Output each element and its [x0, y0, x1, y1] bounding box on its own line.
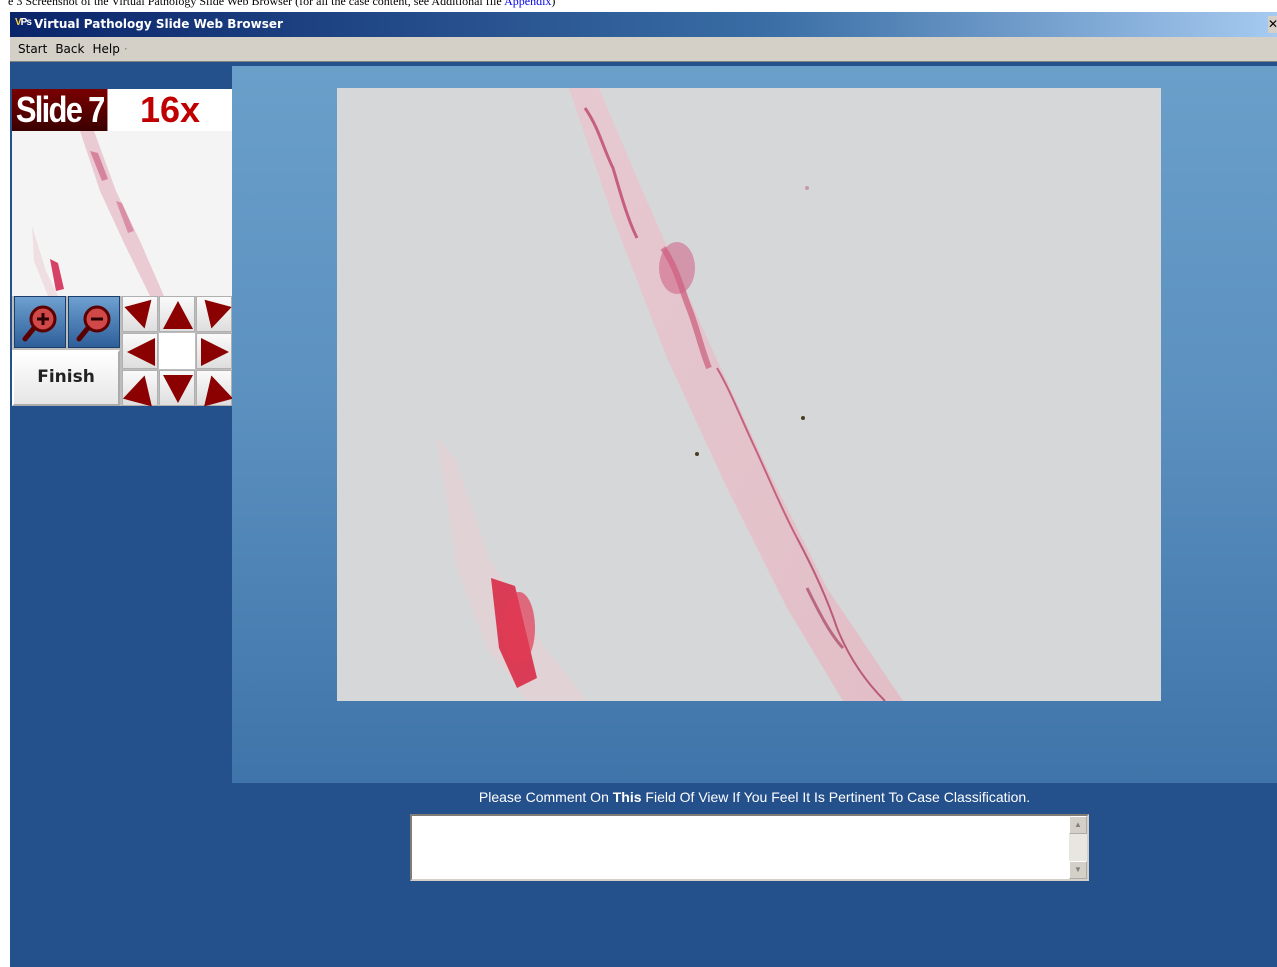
menu-bar: Start Back Help · — [10, 37, 1277, 62]
scroll-down-icon: ▼ — [1074, 865, 1082, 874]
title-bar: VPs Virtual Pathology Slide Web Browser … — [10, 12, 1277, 37]
slide-image[interactable] — [337, 88, 1161, 701]
app-icon: VPs — [15, 17, 32, 28]
arrow-down-icon — [163, 375, 193, 403]
pan-center[interactable] — [159, 333, 195, 369]
scroll-down-button[interactable]: ▼ — [1069, 861, 1087, 879]
comment-textarea[interactable] — [412, 816, 1069, 879]
pan-down-right-button[interactable] — [196, 370, 233, 407]
arrow-up-icon — [163, 301, 193, 329]
comment-box: ▲ ▼ — [410, 814, 1089, 881]
zoom-in-icon — [22, 305, 57, 342]
scroll-up-button[interactable]: ▲ — [1069, 816, 1087, 834]
pan-up-left-button[interactable] — [122, 296, 158, 332]
menu-item-help[interactable]: Help — [88, 37, 123, 61]
pan-pad — [122, 296, 233, 407]
slide-viewer — [232, 66, 1277, 783]
menu-item-back[interactable]: Back — [51, 37, 88, 61]
arrow-down-left-icon — [124, 299, 152, 329]
thumbnail-tissue-image — [32, 131, 164, 296]
slide-header: Slide 7 16x — [12, 89, 232, 131]
appendix-link[interactable]: Appendix — [504, 0, 551, 8]
close-button[interactable]: ✕ — [1268, 16, 1277, 33]
app-body: Slide 7 16x Finish Please Comment On Thi… — [10, 62, 1277, 967]
arrow-down-right-icon — [204, 299, 232, 329]
pan-down-left-button[interactable] — [122, 370, 158, 407]
menu-item-start[interactable]: Start — [14, 37, 51, 61]
slide-number-label: Slide 7 — [12, 89, 108, 131]
finish-button[interactable]: Finish — [12, 350, 120, 406]
arrow-up-right-icon — [204, 375, 233, 407]
tissue-image — [437, 88, 903, 701]
navigation-panel: Slide 7 16x Finish — [10, 62, 233, 967]
arrow-right-icon — [201, 338, 229, 366]
zoom-out-button[interactable] — [68, 296, 120, 348]
arrow-left-icon — [127, 338, 155, 366]
zoom-out-icon — [76, 305, 111, 342]
caption-text: e 3 Screenshot of the Virtual Pathology … — [8, 0, 555, 7]
zoom-level-label: 16x — [140, 89, 201, 130]
pan-up-right-button[interactable] — [196, 296, 232, 332]
slide-thumbnail[interactable] — [12, 131, 232, 296]
pan-up-button[interactable] — [159, 296, 195, 332]
caption-strip: e 3 Screenshot of the Virtual Pathology … — [0, 0, 1277, 12]
navigation-controls: Finish — [12, 296, 233, 407]
pan-right-button[interactable] — [196, 333, 232, 369]
menu-separator: · — [123, 42, 128, 56]
pan-down-button[interactable] — [159, 370, 195, 406]
zoom-in-button[interactable] — [14, 296, 66, 348]
arrow-up-left-icon — [123, 375, 152, 407]
window-title: Virtual Pathology Slide Web Browser — [34, 17, 283, 31]
comment-scrollbar[interactable]: ▲ ▼ — [1069, 816, 1087, 879]
pan-left-button[interactable] — [122, 333, 158, 369]
comment-prompt: Please Comment On This Field Of View If … — [478, 789, 1031, 805]
scroll-up-icon: ▲ — [1074, 820, 1082, 829]
